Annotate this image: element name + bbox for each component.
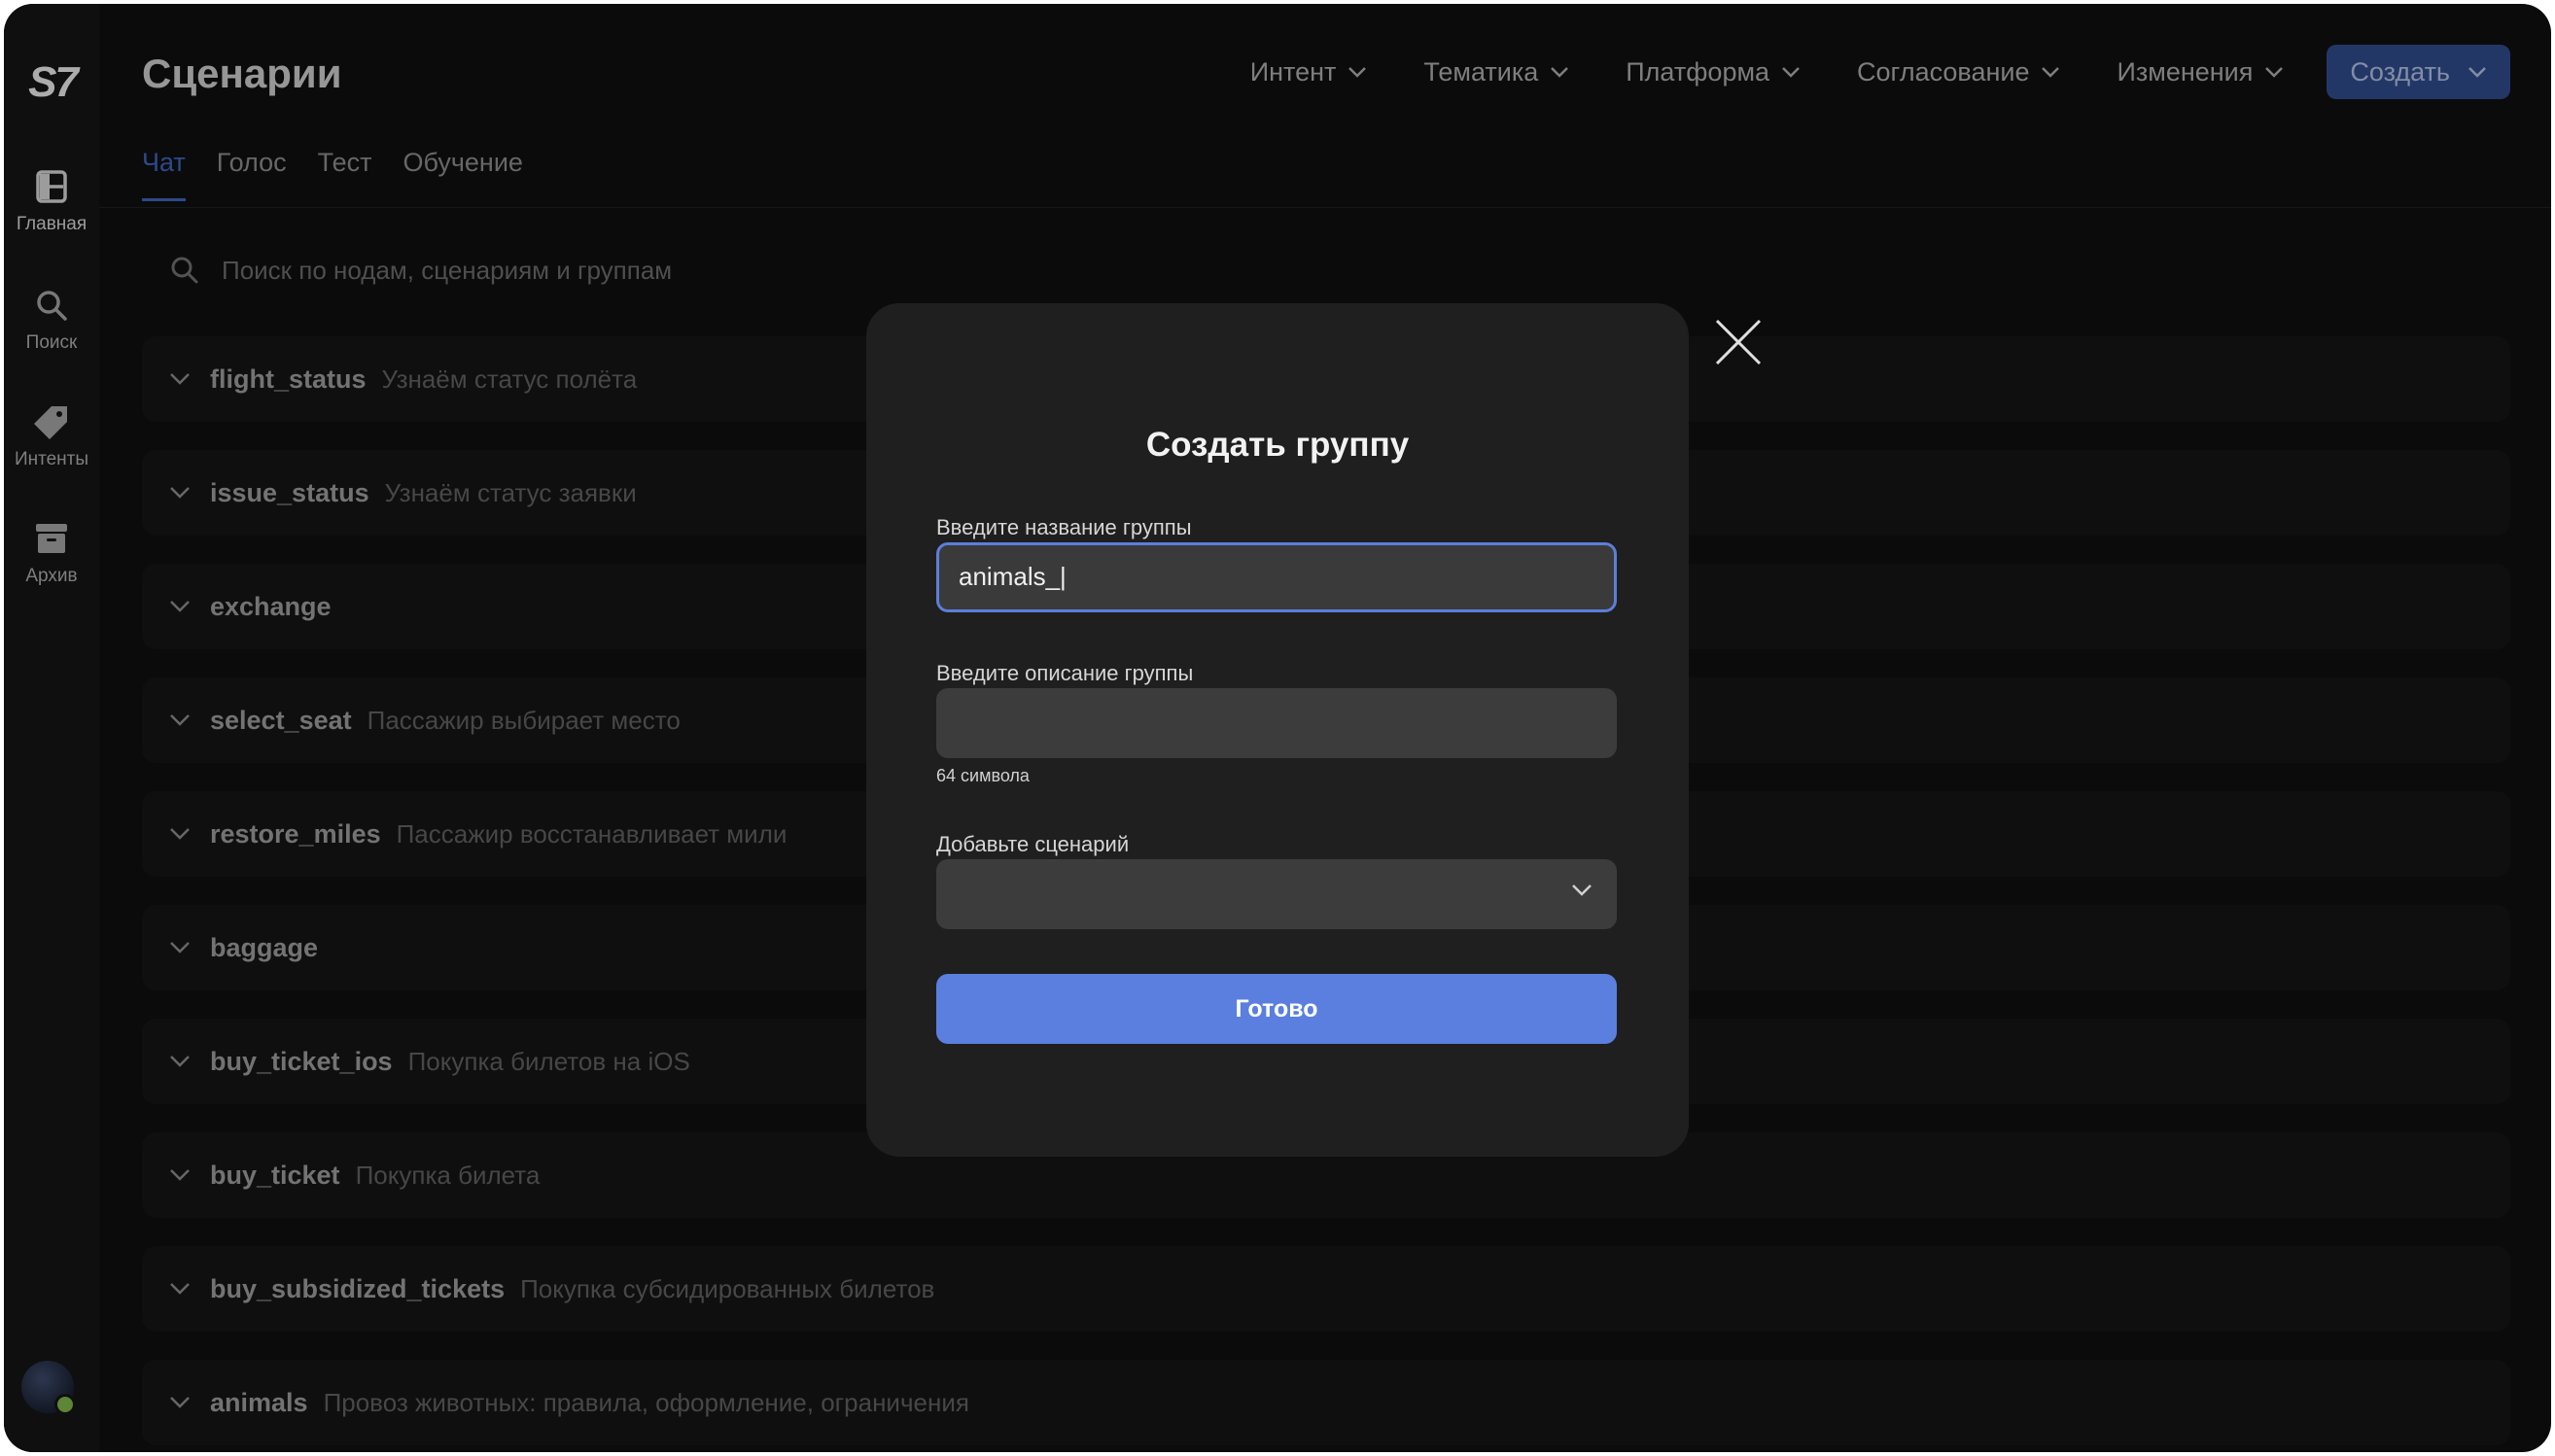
scenario-select[interactable] [936,859,1617,929]
group-name-field[interactable]: animals_| [936,542,1617,612]
chevron-down-icon [1572,884,1592,896]
create-group-modal: Создать группу Введите название группы a… [866,303,1689,1157]
group-description-field[interactable] [936,688,1617,758]
group-name-label: Введите название группы [936,515,1192,539]
app-window: S7 Главная Поиск Интенты Архив Сценарии … [4,4,2551,1452]
description-char-hint: 64 символа [936,766,1030,785]
group-name-value: animals_| [959,562,1067,591]
add-scenario-label: Добавьте сценарий [936,832,1130,856]
group-description-label: Введите описание группы [936,661,1194,685]
done-button[interactable]: Готово [936,974,1617,1044]
modal-title: Создать группу [1145,426,1410,464]
close-icon[interactable] [1711,315,1766,369]
